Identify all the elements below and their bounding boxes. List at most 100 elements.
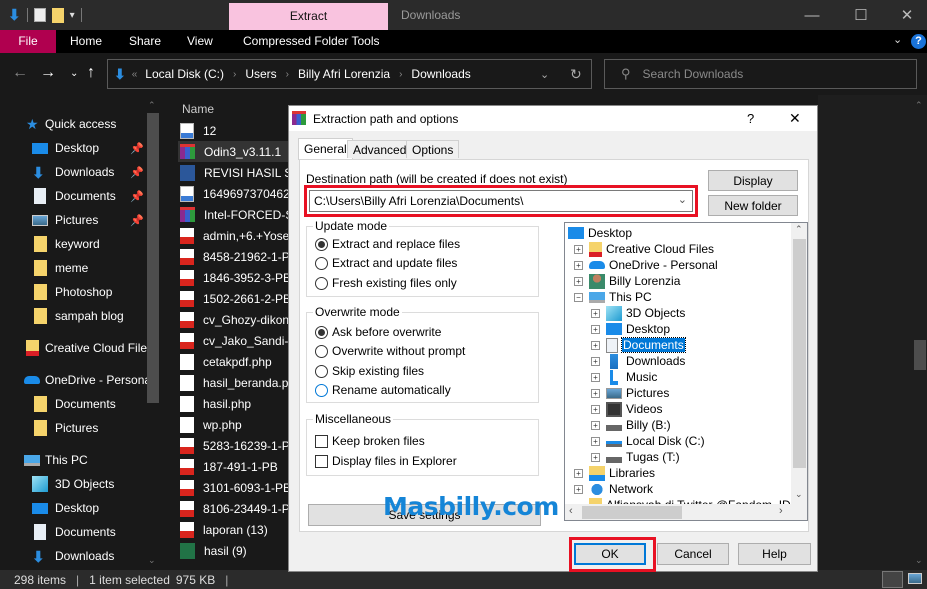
sidebar-item-creative-cloud[interactable]: Creative Cloud Files <box>26 336 153 360</box>
tab-view[interactable]: View <box>187 30 213 53</box>
radio-button[interactable] <box>315 344 328 358</box>
tab-general[interactable]: General <box>298 138 353 160</box>
radio-button[interactable] <box>315 364 328 378</box>
checkbox-display-explorer[interactable]: Display files in Explorer <box>315 454 457 468</box>
tab-advanced[interactable]: Advanced <box>347 140 413 158</box>
file-row[interactable]: laporan (13) <box>180 519 292 540</box>
dialog-title-bar[interactable]: Extraction path and options ? ✕ <box>289 106 817 131</box>
scroll-up-icon[interactable]: ⌃ <box>148 100 156 111</box>
collapse-icon[interactable]: − <box>574 292 583 302</box>
up-button[interactable]: ↑ <box>87 64 95 82</box>
tab-file[interactable]: File <box>0 30 56 53</box>
back-button[interactable]: ← <box>12 64 28 82</box>
radio-extract-update[interactable]: Extract and update files <box>315 256 457 270</box>
tree-node[interactable]: + Downloads <box>591 353 685 369</box>
tree-node[interactable]: + Libraries <box>574 465 655 481</box>
sidebar-item-onedrive[interactable]: OneDrive - Personal <box>24 368 154 392</box>
expand-icon[interactable]: + <box>591 404 600 414</box>
radio-button[interactable] <box>315 276 328 290</box>
sidebar-item-onedrive-documents[interactable]: Documents <box>32 392 116 416</box>
tree-node[interactable]: + Documents <box>591 337 686 353</box>
sidebar-item-documents[interactable]: Documents 📌 <box>32 184 144 208</box>
sidebar-item-this-pc[interactable]: This PC <box>24 448 88 472</box>
tree-node[interactable]: + Pictures <box>591 385 669 401</box>
help-icon[interactable]: ? <box>911 34 926 49</box>
scroll-down-icon[interactable]: ⌄ <box>915 555 923 566</box>
radio-button[interactable] <box>315 256 328 270</box>
breadcrumb-user[interactable]: Billy Afri Lorenzia <box>298 67 390 81</box>
pin-icon[interactable]: 📌 <box>130 214 144 227</box>
checkbox-keep-broken[interactable]: Keep broken files <box>315 434 425 448</box>
tree-node[interactable]: − This PC <box>574 289 652 305</box>
help-button[interactable]: Help <box>738 543 811 565</box>
recent-locations-icon[interactable]: ⌄ <box>70 68 78 79</box>
radio-button[interactable] <box>315 237 328 251</box>
file-row[interactable]: Intel-FORCED-SAMSUNG <box>180 204 295 225</box>
expand-icon[interactable]: + <box>591 388 600 398</box>
sidebar-scrollbar-thumb[interactable] <box>147 113 159 403</box>
dialog-help-button[interactable]: ? <box>747 111 754 126</box>
sidebar-item-photoshop[interactable]: Photoshop <box>32 280 112 304</box>
scroll-down-icon[interactable]: ⌄ <box>148 555 156 566</box>
breadcrumb-users[interactable]: Users <box>245 67 276 81</box>
file-row[interactable]: cetakpdf.php <box>180 351 292 372</box>
file-row[interactable]: 12 <box>180 120 292 141</box>
file-row[interactable]: 8106-23449-1-PB <box>180 498 295 519</box>
details-view-button[interactable] <box>882 571 903 588</box>
file-row[interactable]: 5283-16239-1-PB <box>180 435 295 456</box>
new-folder-icon[interactable] <box>51 7 64 23</box>
checkbox[interactable] <box>315 454 328 468</box>
radio-button[interactable] <box>315 383 328 397</box>
file-row[interactable]: admin,+6.+Yosef <box>180 225 293 246</box>
radio-skip-existing[interactable]: Skip existing files <box>315 364 424 378</box>
expand-icon[interactable]: + <box>574 244 583 254</box>
tree-node[interactable]: + Network <box>574 481 653 497</box>
file-row[interactable]: REVISI HASIL SIDANG <box>180 162 295 183</box>
expand-icon[interactable]: + <box>591 324 600 334</box>
pin-icon[interactable]: 📌 <box>130 142 144 155</box>
address-dropdown-icon[interactable]: ⌄ <box>540 68 549 81</box>
tree-node[interactable]: + Videos <box>591 401 662 417</box>
tree-node[interactable]: +3D Objects <box>591 305 685 321</box>
expand-icon[interactable]: + <box>591 436 600 446</box>
tab-share[interactable]: Share <box>129 30 161 53</box>
tree-node[interactable]: + Music <box>591 369 657 385</box>
sidebar-item-keyword[interactable]: keyword <box>32 232 100 256</box>
main-scrollbar-thumb[interactable] <box>914 340 926 370</box>
scroll-left-icon[interactable]: ‹ <box>569 505 573 517</box>
radio-rename-auto[interactable]: Rename automatically <box>315 383 451 397</box>
expand-icon[interactable]: + <box>591 420 600 430</box>
expand-icon[interactable]: + <box>591 452 600 462</box>
tree-node[interactable]: + OneDrive - Personal <box>574 257 718 273</box>
expand-ribbon-icon[interactable]: ⌄ <box>893 33 902 46</box>
expand-icon[interactable]: + <box>574 276 583 286</box>
maximize-button[interactable]: ☐ <box>838 0 884 30</box>
expand-icon[interactable]: + <box>574 468 583 478</box>
tree-node[interactable]: + Local Disk (C:) <box>591 433 705 449</box>
tree-node[interactable]: + Billy (B:) <box>591 417 671 433</box>
scroll-up-icon[interactable]: ⌃ <box>915 100 923 111</box>
radio-ask-before[interactable]: Ask before overwrite <box>315 325 441 339</box>
tab-options[interactable]: Options <box>406 140 460 158</box>
tree-horizontal-thumb[interactable] <box>582 506 682 519</box>
tab-extract[interactable]: Extract <box>229 3 388 30</box>
scroll-right-icon[interactable]: › <box>779 505 783 517</box>
expand-icon[interactable]: + <box>591 372 600 382</box>
close-button[interactable]: ✕ <box>884 0 927 30</box>
file-row[interactable]: 3101-6093-1-PB <box>180 477 292 498</box>
scroll-down-icon[interactable]: ⌄ <box>795 489 803 500</box>
pin-icon[interactable]: 📌 <box>130 190 144 203</box>
sidebar-quick-access[interactable]: ★ Quick access <box>26 112 116 136</box>
radio-extract-replace[interactable]: Extract and replace files <box>315 237 460 251</box>
radio-button[interactable] <box>315 325 328 339</box>
tree-node[interactable]: + Creative Cloud Files <box>574 241 714 257</box>
sidebar-item-meme[interactable]: meme <box>32 256 88 280</box>
new-folder-button[interactable]: New folder <box>708 195 798 216</box>
properties-icon[interactable] <box>33 8 46 22</box>
file-row[interactable]: cv_Ghozy-dikonversi <box>180 309 295 330</box>
file-row[interactable]: hasil.php <box>180 393 292 414</box>
expand-icon[interactable]: + <box>591 356 600 366</box>
dialog-close-button[interactable]: ✕ <box>789 110 801 127</box>
sidebar-item-onedrive-pictures[interactable]: Pictures <box>32 416 98 440</box>
sidebar-item-sampah-blog[interactable]: sampah blog <box>32 304 124 328</box>
